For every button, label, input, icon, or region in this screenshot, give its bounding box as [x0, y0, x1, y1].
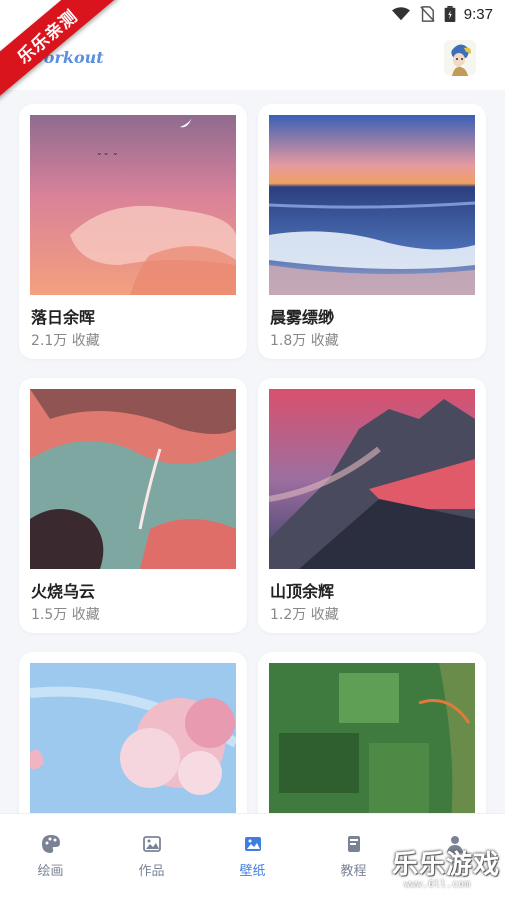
watermark-text: 乐乐游戏: [392, 850, 501, 880]
nav-label: 教程: [340, 864, 367, 879]
wallpaper-card[interactable]: [19, 652, 247, 813]
gallery-icon: [142, 836, 161, 852]
nav-label: 绘画: [37, 864, 64, 879]
favorite-count: 2.1万 收藏: [31, 333, 100, 349]
watermark: 乐乐游戏 www.6ll.com: [386, 842, 505, 897]
wifi-icon: [391, 7, 410, 21]
no-sim-icon: [420, 6, 435, 22]
favorite-count: 1.5万 收藏: [31, 607, 100, 623]
favorite-count: 1.2万 收藏: [270, 607, 339, 623]
app-header: workout: [0, 28, 505, 90]
wallpaper-card[interactable]: 晨雾缥缈 1.8万 收藏: [258, 104, 486, 359]
wallpaper-thumbnail: [269, 663, 475, 813]
avatar[interactable]: [444, 40, 476, 76]
battery-icon: [444, 6, 456, 22]
wallpaper-title: 晨雾缥缈: [270, 308, 335, 327]
status-time: 9:37: [463, 5, 493, 23]
wallpaper-card[interactable]: 火烧乌云 1.5万 收藏: [19, 378, 247, 633]
nav-item-painting[interactable]: 绘画: [0, 814, 101, 897]
wallpaper-thumbnail: [30, 663, 236, 813]
nav-label: 作品: [138, 864, 165, 879]
wallpaper-card[interactable]: ⌄⌄ ⌄ 落日余晖 2.1万 收藏: [19, 104, 247, 359]
wallpaper-grid: ⌄⌄ ⌄ 落日余晖 2.1万 收藏 晨雾缥缈 1.8万 收藏 火烧乌云 1.5万…: [0, 90, 505, 813]
nav-item-wallpaper[interactable]: 壁纸: [202, 814, 303, 897]
nav-label: 壁纸: [239, 864, 266, 879]
favorite-count: 1.8万 收藏: [270, 333, 339, 349]
nav-item-works[interactable]: 作品: [101, 814, 202, 897]
wallpaper-thumbnail: [30, 389, 236, 569]
wallpaper-title: 火烧乌云: [31, 582, 96, 601]
image-icon: [244, 837, 261, 851]
wallpaper-card[interactable]: 山顶余辉 1.2万 收藏: [258, 378, 486, 633]
watermark-url: www.6ll.com: [404, 879, 471, 890]
wallpaper-title: 落日余晖: [31, 308, 96, 327]
wallpaper-thumbnail: ⌄⌄ ⌄: [30, 115, 236, 295]
palette-icon: [41, 835, 60, 853]
wallpaper-card[interactable]: [258, 652, 486, 813]
book-icon: [347, 836, 360, 852]
svg-text:⌄⌄ ⌄: ⌄⌄ ⌄: [96, 148, 119, 157]
wallpaper-title: 山顶余辉: [270, 582, 335, 601]
wallpaper-thumbnail: [269, 115, 475, 295]
wallpaper-thumbnail: [269, 389, 475, 569]
